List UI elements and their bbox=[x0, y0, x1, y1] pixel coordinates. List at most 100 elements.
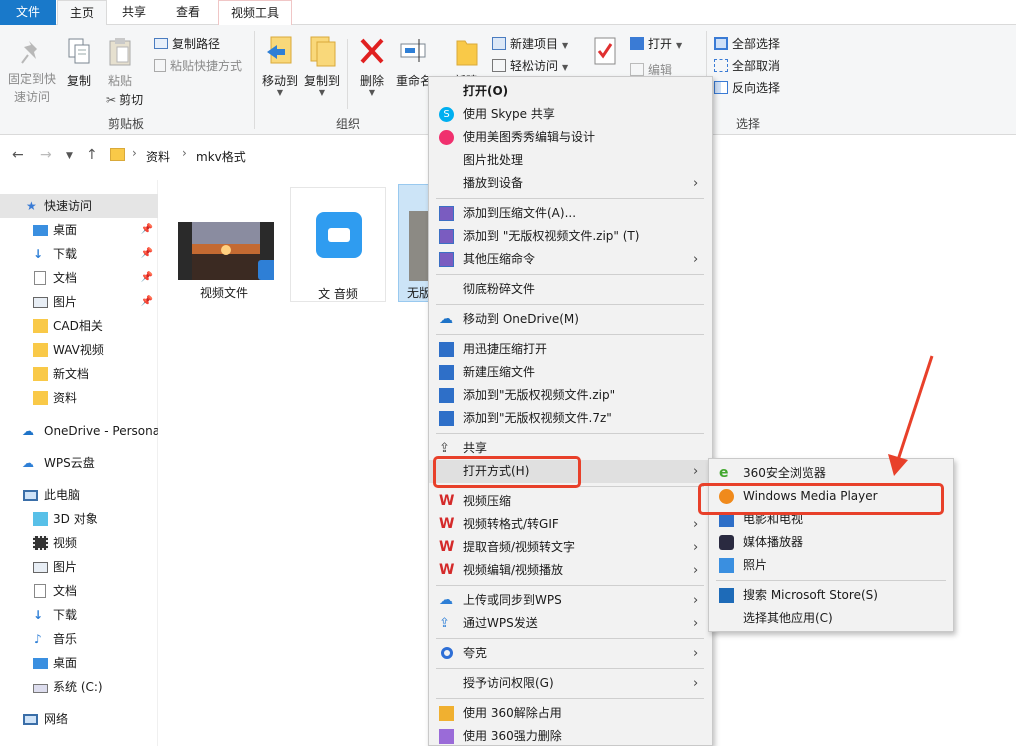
breadcrumb-segment[interactable]: 资料 bbox=[146, 148, 170, 165]
menu-item-meitu[interactable]: 使用美图秀秀编辑与设计 bbox=[429, 126, 712, 149]
cut-button[interactable]: ✂ 剪切 bbox=[106, 91, 143, 108]
folder-icon bbox=[33, 367, 48, 381]
easy-access-button[interactable]: 轻松访问 ▼ bbox=[492, 57, 568, 74]
edit-label: 编辑 bbox=[648, 63, 673, 77]
nav-onedrive[interactable]: ☁ OneDrive - Persona bbox=[0, 419, 158, 443]
forward-arrow-icon[interactable]: → bbox=[40, 147, 52, 163]
nav-this-pc[interactable]: 此电脑 bbox=[0, 483, 158, 507]
select-all-button[interactable]: 全部选择 bbox=[714, 35, 780, 52]
menu-item-360-unlock[interactable]: 使用 360解除占用 bbox=[429, 702, 712, 725]
nav-item-videos[interactable]: 视频 bbox=[0, 531, 158, 555]
folder-icon bbox=[33, 343, 48, 357]
nav-item-downloads[interactable]: ↓ 下载 bbox=[0, 603, 158, 627]
menu-item-add-zip[interactable]: 添加到 "无版权视频文件.zip" (T) bbox=[429, 225, 712, 248]
nav-item-folder[interactable]: 资料 bbox=[0, 386, 158, 410]
copy-to-icon bbox=[310, 36, 336, 67]
breadcrumb-segment[interactable]: mkv格式 bbox=[196, 148, 246, 165]
back-arrow-icon[interactable]: ← bbox=[12, 147, 24, 163]
nav-item-documents[interactable]: 文档 📌 bbox=[0, 266, 158, 290]
submenu-item-media-player[interactable]: 媒体播放器 bbox=[709, 531, 953, 554]
menu-item-skype-share[interactable]: S 使用 Skype 共享 bbox=[429, 103, 712, 126]
submenu-item-choose-other[interactable]: 选择其他应用(C) bbox=[709, 607, 953, 630]
delete-button[interactable]: 删除 ▼ bbox=[352, 35, 392, 97]
move-to-button[interactable]: 移动到 ▼ bbox=[260, 35, 300, 97]
nav-item-label: 桌面 bbox=[53, 656, 78, 670]
nav-item-folder[interactable]: WAV视频 bbox=[0, 338, 158, 362]
menu-item-kuake[interactable]: 夸克 › bbox=[429, 642, 712, 665]
menu-item-video-edit[interactable]: W 视频编辑/视频播放 › bbox=[429, 559, 712, 582]
menu-item-shred[interactable]: 彻底粉碎文件 bbox=[429, 278, 712, 301]
nav-item-folder[interactable]: CAD相关 bbox=[0, 314, 158, 338]
menu-item-new-archive[interactable]: 新建压缩文件 bbox=[429, 361, 712, 384]
menu-item-move-onedrive[interactable]: ☁ 移动到 OneDrive(M) bbox=[429, 308, 712, 331]
nav-item-documents[interactable]: 文档 bbox=[0, 579, 158, 603]
folder-icon bbox=[33, 391, 48, 405]
select-none-button[interactable]: 全部取消 bbox=[714, 57, 780, 74]
nav-item-downloads[interactable]: ↓ 下载 📌 bbox=[0, 242, 158, 266]
nav-item-desktop[interactable]: 桌面 bbox=[0, 651, 158, 675]
menu-item-add-zip-2[interactable]: 添加到"无版权视频文件.zip" bbox=[429, 384, 712, 407]
copy-to-button[interactable]: 复制到 ▼ bbox=[302, 35, 342, 97]
menu-item-label: 添加到"无版权视频文件.zip" bbox=[463, 388, 616, 402]
submenu-item-label: 搜索 Microsoft Store(S) bbox=[743, 588, 878, 602]
invert-selection-button[interactable]: 反向选择 bbox=[714, 79, 780, 96]
menu-item-upload-wps[interactable]: ☁ 上传或同步到WPS › bbox=[429, 589, 712, 612]
submenu-item-search-store[interactable]: 搜索 Microsoft Store(S) bbox=[709, 584, 953, 607]
nav-item-3d-objects[interactable]: 3D 对象 bbox=[0, 507, 158, 531]
chevron-right-icon: › bbox=[693, 593, 699, 608]
recent-locations-chevron-icon[interactable]: ▼ bbox=[66, 151, 73, 161]
up-arrow-icon[interactable]: ↑ bbox=[86, 147, 98, 163]
menu-item-label: 播放到设备 bbox=[463, 176, 524, 190]
nav-item-pictures[interactable]: 图片 bbox=[0, 555, 158, 579]
tab-file[interactable]: 文件 bbox=[0, 0, 56, 25]
paste-button[interactable]: 粘贴 bbox=[102, 37, 138, 89]
tab-view[interactable]: 查看 bbox=[162, 0, 214, 25]
nav-network[interactable]: 网络 bbox=[0, 707, 158, 731]
menu-item-extract-audio[interactable]: W 提取音频/视频转文字 › bbox=[429, 536, 712, 559]
file-item-selected[interactable]: 无版 bbox=[398, 184, 431, 302]
nav-item-music[interactable]: ♪ 音乐 bbox=[0, 627, 158, 651]
store-icon bbox=[719, 588, 734, 603]
tab-home[interactable]: 主页 bbox=[57, 0, 107, 26]
menu-item-add-archive[interactable]: 添加到压缩文件(A)... bbox=[429, 202, 712, 225]
open-button[interactable]: 打开 ▼ bbox=[630, 35, 682, 52]
menu-item-add-7z[interactable]: 添加到"无版权视频文件.7z" bbox=[429, 407, 712, 430]
menu-item-video-convert[interactable]: W 视频转格式/转GIF › bbox=[429, 513, 712, 536]
group-select-label: 选择 bbox=[736, 117, 761, 131]
tab-video-tools[interactable]: 视频工具 bbox=[218, 0, 292, 25]
wps-icon: W bbox=[439, 493, 455, 509]
paste-shortcut-button[interactable]: 粘贴快捷方式 bbox=[154, 57, 242, 74]
menu-item-video-compress[interactable]: W 视频压缩 bbox=[429, 490, 712, 513]
menu-item-batch-image[interactable]: 图片批处理 bbox=[429, 149, 712, 172]
nav-item-folder[interactable]: 新文档 bbox=[0, 362, 158, 386]
menu-item-grant-access[interactable]: 授予访问权限(G) › bbox=[429, 672, 712, 695]
chevron-down-icon: ▼ bbox=[562, 63, 569, 72]
nav-item-desktop[interactable]: 桌面 📌 bbox=[0, 218, 158, 242]
wps-icon: W bbox=[439, 516, 455, 532]
menu-item-label: 授予访问权限(G) bbox=[463, 676, 554, 690]
file-item-audio[interactable]: 文 音频 bbox=[290, 187, 386, 302]
properties-button[interactable] bbox=[590, 35, 620, 72]
pin-quick-access-button[interactable]: 固定到快 速访问 bbox=[4, 39, 60, 106]
menu-item-other-compress[interactable]: 其他压缩命令 › bbox=[429, 248, 712, 271]
nav-item-label: 音乐 bbox=[53, 632, 78, 646]
menu-item-open[interactable]: 打开(O) bbox=[429, 80, 712, 103]
nav-item-pictures[interactable]: 图片 📌 bbox=[0, 290, 158, 314]
download-arrow-icon: ↓ bbox=[33, 247, 44, 261]
copy-button[interactable]: 复制 bbox=[62, 37, 96, 89]
nav-item-label: OneDrive - Persona bbox=[44, 424, 158, 438]
copy-path-button[interactable]: 复制路径 bbox=[154, 35, 220, 52]
file-item-video[interactable]: 视频文件 bbox=[172, 210, 276, 300]
nav-item-system-drive[interactable]: 系统 (C:) bbox=[0, 675, 158, 699]
menu-item-label: 视频编辑/视频播放 bbox=[463, 563, 564, 577]
address-breadcrumb[interactable]: › 资料 › mkv格式 bbox=[104, 143, 434, 169]
menu-item-cast[interactable]: 播放到设备 › bbox=[429, 172, 712, 195]
nav-wps-cloud[interactable]: ☁ WPS云盘 bbox=[0, 451, 158, 475]
menu-item-360-delete[interactable]: 使用 360强力删除 bbox=[429, 725, 712, 746]
new-item-button[interactable]: 新建项目 ▼ bbox=[492, 35, 568, 52]
nav-quick-access[interactable]: ★ 快速访问 bbox=[0, 194, 158, 218]
menu-item-send-wps[interactable]: ⇪ 通过WPS发送 › bbox=[429, 612, 712, 635]
menu-item-xundu-open[interactable]: 用迅捷压缩打开 bbox=[429, 338, 712, 361]
submenu-item-photos[interactable]: 照片 bbox=[709, 554, 953, 577]
tab-share[interactable]: 共享 bbox=[110, 0, 158, 25]
